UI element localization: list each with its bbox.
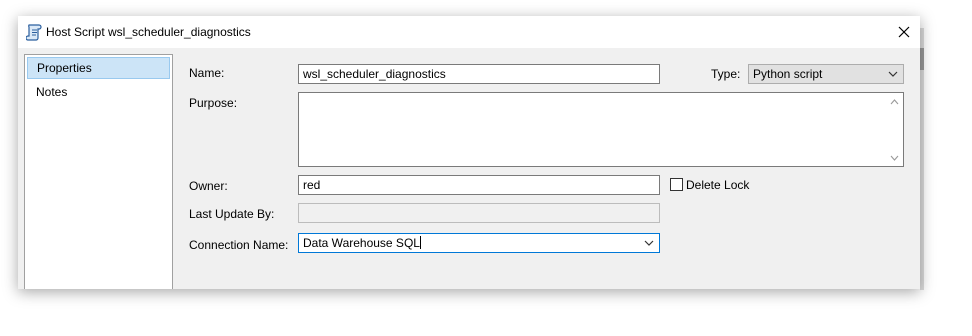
close-button[interactable] [888,16,920,48]
purpose-scrollbar[interactable] [886,93,903,166]
script-scroll-icon [25,23,42,41]
background-window-edge [920,28,924,290]
owner-input[interactable]: red [298,175,660,195]
chevron-down-icon [644,240,654,246]
sidebar-item-label: Properties [37,61,92,75]
sidebar-item-label: Notes [36,85,68,99]
background-scrollbar-thumb [920,48,924,70]
name-label: Name: [189,66,225,80]
scroll-down-arrow-icon [890,155,899,161]
scroll-up-button[interactable] [886,93,903,110]
type-select-value: Python script [753,67,823,81]
owner-label: Owner: [189,179,228,193]
connection-select-value: Data Warehouse SQL [303,236,420,250]
delete-lock-checkbox[interactable] [670,178,683,191]
sidebar-nav: Properties Notes [24,54,173,289]
sidebar-item-properties[interactable]: Properties [27,57,170,79]
scroll-up-arrow-icon [890,98,899,104]
name-input[interactable]: wsl_scheduler_diagnostics [298,64,660,84]
close-icon [898,26,910,38]
connection-label: Connection Name: [189,238,289,252]
delete-lock-label[interactable]: Delete Lock [686,178,749,192]
text-caret [419,236,421,249]
chevron-down-icon [888,71,898,77]
last-update-input [298,203,660,223]
window-title: Host Script wsl_scheduler_diagnostics [46,25,251,39]
type-label: Type: [711,67,741,81]
purpose-textarea[interactable] [298,92,904,167]
purpose-label: Purpose: [189,96,238,110]
scroll-down-button[interactable] [886,149,903,166]
host-script-dialog: Host Script wsl_scheduler_diagnostics Pr… [18,16,920,289]
title-bar: Host Script wsl_scheduler_diagnostics [18,16,920,48]
type-select[interactable]: Python script [748,64,904,84]
sidebar-item-notes[interactable]: Notes [27,81,170,103]
last-update-label: Last Update By: [189,207,275,221]
connection-select[interactable]: Data Warehouse SQL [298,233,660,253]
